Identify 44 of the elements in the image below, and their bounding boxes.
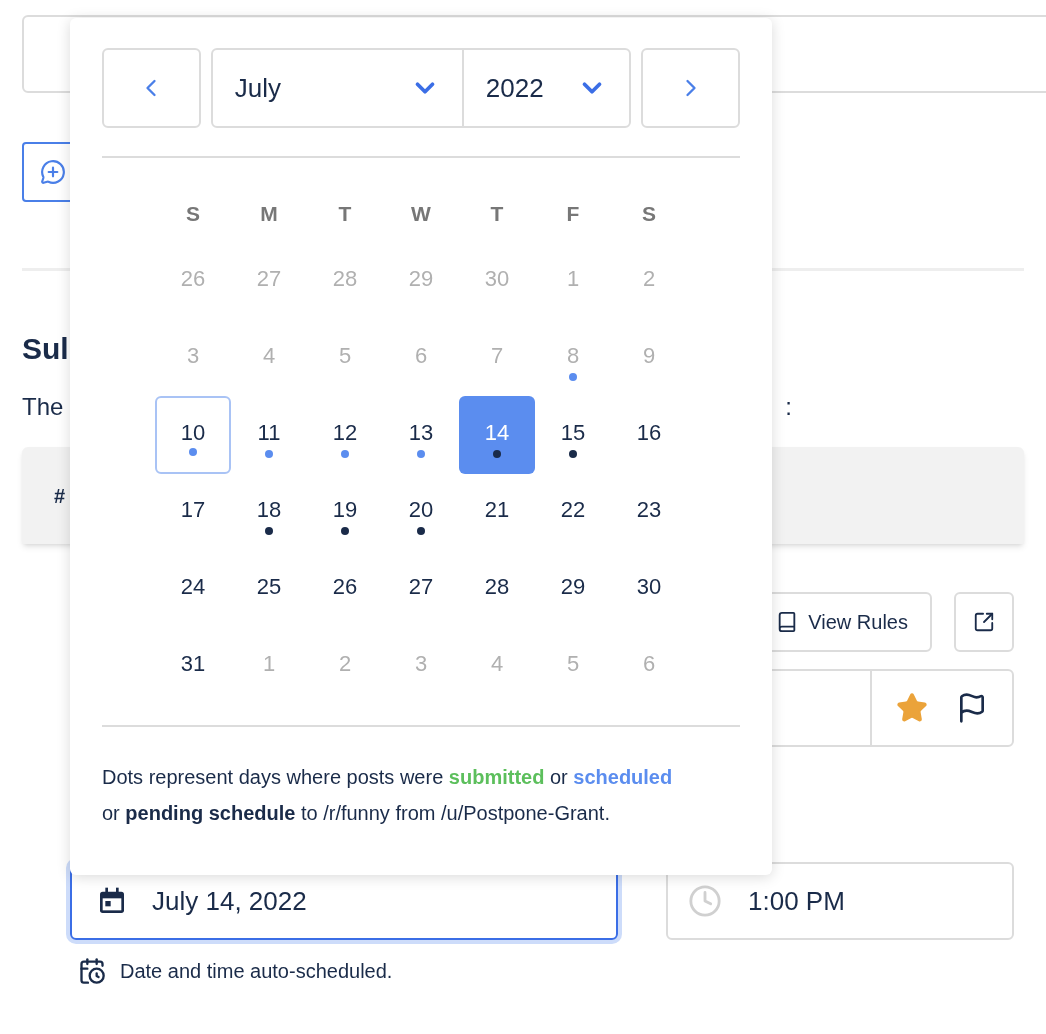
calendar-day[interactable]: 26 [307, 549, 383, 628]
calendar-day[interactable]: 18 [231, 472, 307, 551]
column-header: # [54, 483, 66, 509]
calendar-day[interactable]: 12 [307, 395, 383, 474]
external-link-button[interactable] [954, 592, 1014, 652]
calendar-day[interactable]: 25 [231, 549, 307, 628]
calendar-day[interactable]: 29 [535, 549, 611, 628]
calendar-day[interactable]: 22 [535, 472, 611, 551]
clock-icon [688, 884, 722, 918]
star-icon[interactable] [896, 692, 928, 724]
calendar-day[interactable]: 15 [535, 395, 611, 474]
weekday-label: T [338, 201, 352, 227]
legend-text: Dots represent days where posts were submitted or scheduled or pending schedule to /r/funny from /u/Postpone-Grant. [102, 764, 674, 826]
weekday-label: S [642, 201, 656, 227]
calendar-day[interactable]: 27 [383, 549, 459, 628]
calendar-day[interactable]: 31 [155, 626, 231, 705]
external-link-icon [973, 611, 995, 633]
weekday-label: S [186, 201, 200, 227]
calendar-clock-icon [78, 957, 106, 985]
intro-text: : [785, 392, 792, 422]
time-value: 1:00 PM [748, 884, 845, 918]
calendar-day[interactable]: 21 [459, 472, 535, 551]
calendar-day[interactable]: 16 [611, 395, 687, 474]
weekday-label: T [490, 201, 504, 227]
calendar-day[interactable]: 19 [307, 472, 383, 551]
weekday-label: W [411, 201, 431, 227]
calendar-day[interactable]: 24 [155, 549, 231, 628]
calendar-day[interactable]: 17 [155, 472, 231, 551]
calendar-day[interactable]: 30 [611, 549, 687, 628]
next-month-button[interactable] [641, 48, 740, 128]
auto-schedule-note: Date and time auto-scheduled. [120, 959, 393, 984]
calendar-day[interactable]: 28 [459, 549, 535, 628]
calendar-day[interactable]: 23 [611, 472, 687, 551]
calendar-day[interactable]: 11 [231, 395, 307, 474]
section-heading: Sul [22, 331, 69, 367]
comment-plus-icon [40, 159, 66, 185]
intro-text: The [22, 392, 64, 422]
weekday-label: F [566, 201, 580, 227]
calendar-day[interactable]: 10 [155, 395, 231, 474]
calendar-day[interactable]: 13 [383, 395, 459, 474]
date-value: July 14, 2022 [152, 884, 307, 918]
weekday-label: M [260, 201, 278, 227]
previous-month-button[interactable] [102, 48, 201, 128]
calendar-day[interactable]: 20 [383, 472, 459, 551]
